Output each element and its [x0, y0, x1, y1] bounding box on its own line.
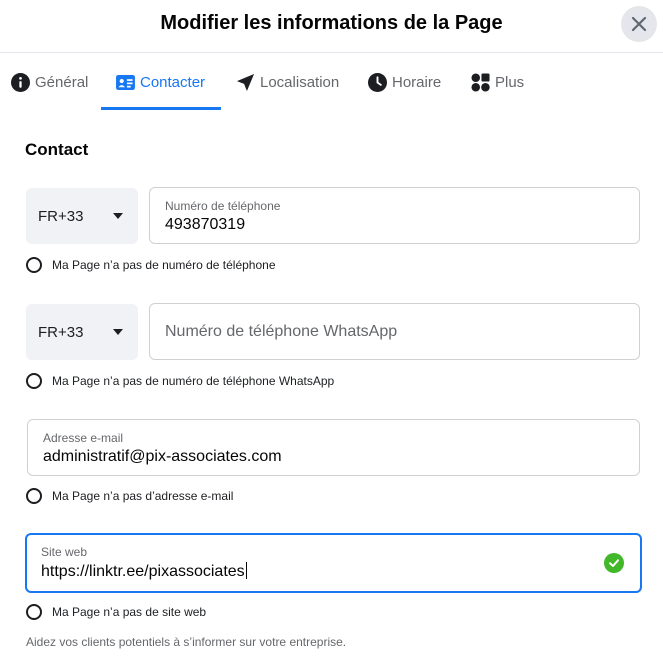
close-button[interactable] — [621, 6, 657, 42]
website-field-label: Site web — [41, 545, 88, 559]
tab-contacter[interactable]: Contacter — [116, 53, 205, 111]
tab-horaire[interactable]: Horaire — [368, 53, 441, 111]
whatsapp-country-code-select[interactable]: FR+33 — [26, 304, 138, 360]
no-website-option[interactable]: Ma Page n’a pas de site web — [26, 604, 206, 620]
tab-horaire-label: Horaire — [392, 73, 442, 91]
no-email-radio[interactable] — [26, 488, 42, 504]
more-shapes-icon — [471, 72, 490, 92]
caret-down-icon — [113, 213, 123, 219]
no-email-label: Ma Page n’a pas d’adresse e-mail — [52, 489, 234, 503]
phone-field[interactable]: Numéro de téléphone 493870319 — [149, 187, 640, 244]
help-text: Aidez vos clients potentiels à s’informe… — [26, 635, 347, 649]
active-tab-indicator — [101, 107, 221, 110]
caret-down-icon — [113, 329, 123, 335]
tab-localisation-label: Localisation — [260, 73, 340, 91]
tab-general-label: Général — [35, 73, 89, 91]
no-whatsapp-label: Ma Page n’a pas de numéro de téléphone W… — [52, 374, 335, 388]
email-field[interactable]: Adresse e-mail administratif@pix-associa… — [27, 419, 640, 476]
no-phone-option[interactable]: Ma Page n’a pas de numéro de téléphone — [26, 257, 276, 273]
website-field-text: https://linktr.ee/pixassociates — [41, 563, 245, 580]
tab-general[interactable]: Général — [11, 53, 88, 111]
location-arrow-icon — [236, 73, 255, 91]
contact-card-icon — [116, 74, 135, 90]
dialog-title: Modifier les informations de la Page — [160, 12, 503, 34]
check-circle-icon — [604, 553, 624, 573]
no-phone-label: Ma Page n’a pas de numéro de téléphone — [52, 258, 276, 272]
check-mark-icon — [609, 559, 619, 567]
clock-icon — [368, 72, 387, 92]
website-field[interactable]: Site web https://linktr.ee/pixassociates — [25, 533, 642, 593]
no-email-option[interactable]: Ma Page n’a pas d’adresse e-mail — [26, 488, 233, 504]
whatsapp-field-placeholder: Numéro de téléphone WhatsApp — [165, 323, 398, 340]
tab-plus[interactable]: Plus — [471, 53, 524, 111]
tab-plus-label: Plus — [495, 73, 525, 91]
email-field-label: Adresse e-mail — [43, 431, 124, 445]
no-website-radio[interactable] — [26, 604, 42, 620]
tab-localisation[interactable]: Localisation — [236, 53, 339, 111]
whatsapp-field[interactable]: Numéro de téléphone WhatsApp — [149, 303, 640, 360]
no-whatsapp-option[interactable]: Ma Page n’a pas de numéro de téléphone W… — [26, 373, 334, 389]
tab-bar: Général Contacter Localisation Horaire P… — [0, 53, 663, 111]
phone-field-value: 493870319 — [165, 216, 246, 233]
phone-field-label: Numéro de téléphone — [165, 199, 281, 213]
no-whatsapp-radio[interactable] — [26, 373, 42, 389]
text-cursor — [245, 562, 247, 579]
no-phone-radio[interactable] — [26, 257, 42, 273]
tab-contacter-label: Contacter — [140, 73, 206, 91]
phone-country-code-value: FR+33 — [38, 207, 84, 225]
close-icon — [631, 16, 647, 32]
website-field-value: https://linktr.ee/pixassociates — [41, 562, 247, 581]
no-website-label: Ma Page n’a pas de site web — [52, 605, 207, 619]
dialog-header: Modifier les informations de la Page — [0, 0, 663, 53]
section-title: Contact — [25, 140, 89, 159]
phone-country-code-select[interactable]: FR+33 — [26, 188, 138, 244]
info-icon — [11, 72, 30, 92]
whatsapp-country-code-value: FR+33 — [38, 323, 84, 341]
email-field-value: administratif@pix-associates.com — [43, 448, 282, 465]
